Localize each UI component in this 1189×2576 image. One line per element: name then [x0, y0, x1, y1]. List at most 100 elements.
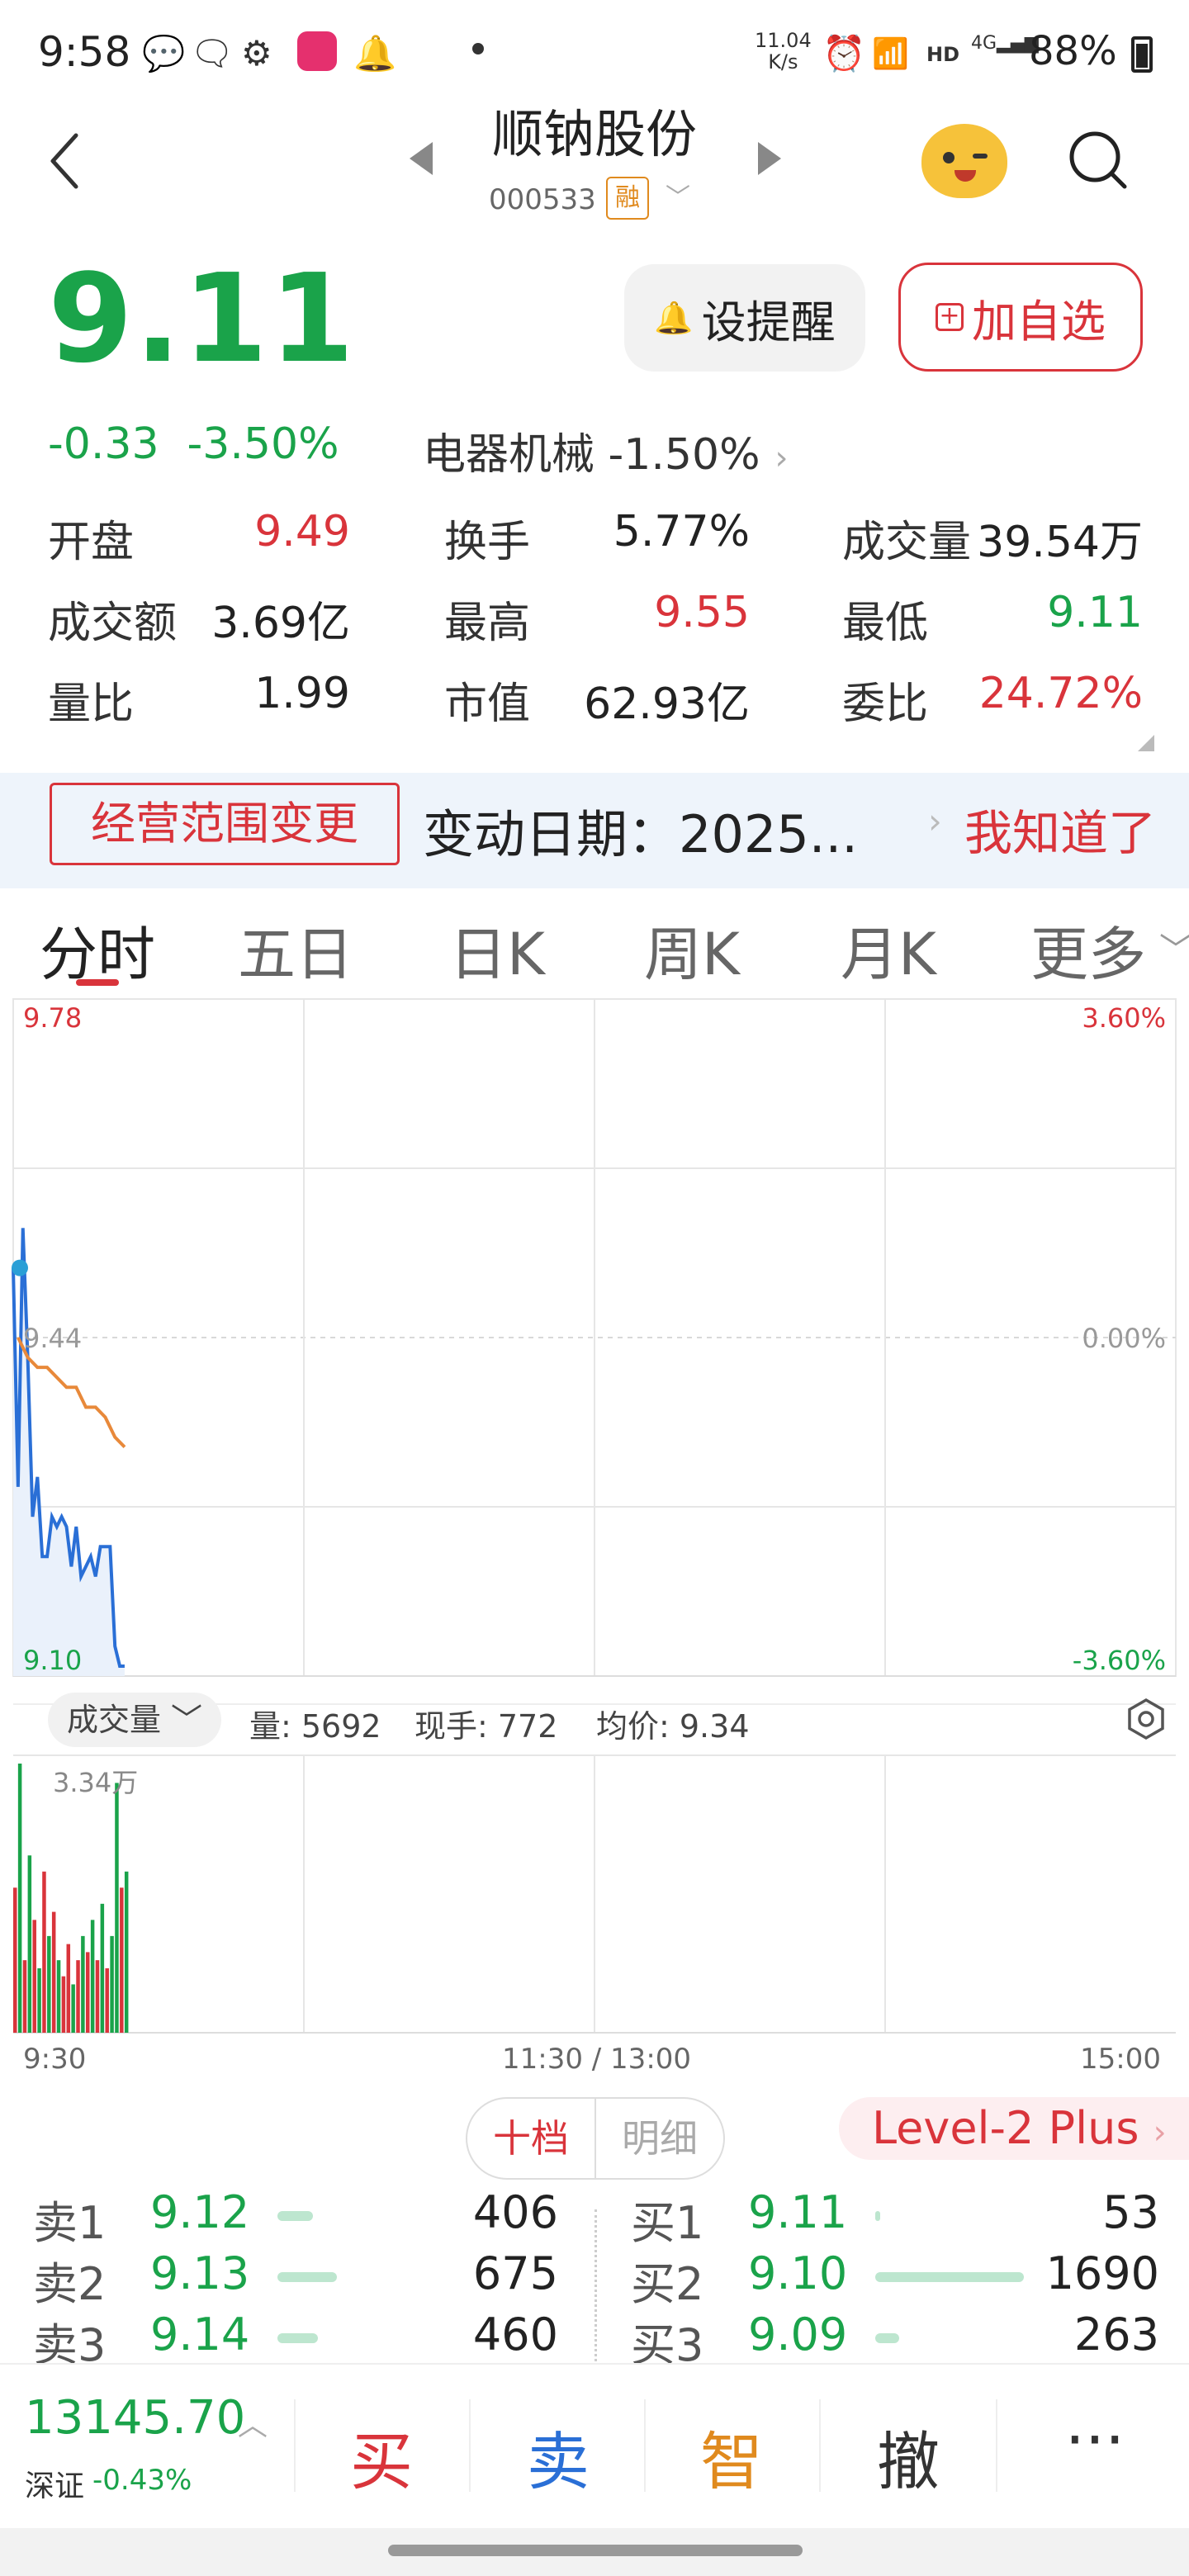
index-change: -0.43% — [92, 2464, 192, 2497]
orderbook-divider — [594, 2209, 597, 2366]
settings-icon[interactable] — [1125, 1698, 1168, 1740]
level-volume-bar — [277, 2333, 318, 2343]
tab-daily-k[interactable]: 日K — [449, 908, 545, 992]
level-label: 买2 — [631, 2258, 704, 2310]
stat-item: 成交量 39.54万 — [842, 507, 1143, 567]
chevron-up-icon[interactable]: ︿ — [238, 2401, 268, 2444]
battery-icon — [1131, 36, 1153, 73]
volume-bar — [17, 1764, 22, 2033]
divider — [996, 2399, 997, 2492]
stat-label: 最高 — [444, 599, 531, 648]
y-axis-label-right: 0.00% — [1082, 1323, 1166, 1354]
expand-corner-icon[interactable] — [1138, 735, 1154, 751]
sell-level-row[interactable]: 卖1 9.12 406 — [33, 2186, 558, 2249]
battery-percent: 88% — [1029, 28, 1117, 74]
level-quantity: 263 — [1073, 2308, 1159, 2361]
volume-bar — [90, 1920, 95, 2033]
wifi-icon: 📶 — [872, 37, 909, 71]
index-name: 深证 — [25, 2469, 85, 2503]
level-quantity: 675 — [472, 2247, 558, 2299]
tab-ten-levels[interactable]: 十档 — [467, 2099, 596, 2178]
shop-icon — [297, 31, 337, 71]
chevron-right-icon: › — [775, 439, 789, 477]
level-volume-bar — [277, 2211, 314, 2221]
margin-badge: 融 — [606, 177, 649, 220]
sell-level-row[interactable]: 卖3 9.14 460 — [33, 2308, 558, 2371]
level-quantity: 1690 — [1045, 2247, 1159, 2299]
volume-max-label: 3.34万 — [53, 1767, 138, 1798]
volume-selector[interactable]: 成交量 ﹀ — [48, 1693, 221, 1747]
next-stock-arrow-icon[interactable] — [758, 142, 781, 175]
volume-bar — [47, 1935, 51, 2033]
level-volume-bar — [277, 2272, 337, 2282]
level-price: 9.12 — [150, 2186, 250, 2238]
y-axis-label-left: 9.78 — [23, 1002, 82, 1034]
volume-bar — [76, 1960, 80, 2033]
stat-item: 成交额 3.69亿 — [48, 588, 350, 648]
notice-tag: 经营范围变更 — [50, 783, 400, 865]
level-quantity: 406 — [472, 2186, 558, 2238]
notice-dismiss-button[interactable]: 我知道了 — [964, 794, 1156, 864]
stat-label: 最低 — [842, 599, 929, 648]
stat-item: 最低 9.11 — [842, 588, 1143, 648]
volume-bar — [71, 1984, 75, 2033]
divider — [469, 2399, 471, 2492]
buy-button[interactable]: 买 — [307, 2411, 456, 2502]
add-watchlist-button[interactable]: + 加自选 — [898, 263, 1143, 372]
sell-button[interactable]: 卖 — [484, 2411, 632, 2502]
stat-label: 成交额 — [48, 599, 178, 648]
index-value[interactable]: 13145.70 — [25, 2391, 245, 2445]
current-hand-label: 现手: 772 — [414, 1708, 558, 1745]
chevron-right-icon: › — [928, 801, 942, 841]
current-price: 9.11 — [48, 248, 357, 390]
divider — [819, 2399, 821, 2492]
tab-details[interactable]: 明细 — [596, 2099, 723, 2178]
volume-bar — [124, 1871, 129, 2033]
open-marker-icon — [12, 1259, 28, 1276]
status-bar: 9:58 💬 🗨 ⚙ 🔔 11.04 K/s ⏰ 📶 HD 4G▂▄▆ 88% — [0, 0, 1189, 107]
search-icon[interactable] — [1067, 129, 1128, 190]
bell-icon: 🔔 — [353, 33, 397, 73]
stat-label: 成交量 — [842, 518, 972, 567]
sector-link[interactable]: 电器机械 -1.50% › — [423, 419, 789, 481]
volume-bar — [13, 1887, 17, 2033]
stat-item: 量比 1.99 — [48, 669, 350, 729]
plus-icon: + — [936, 303, 964, 331]
prev-stock-arrow-icon[interactable] — [410, 142, 433, 175]
tab-more[interactable]: 更多 — [1030, 908, 1146, 992]
mascot-icon[interactable] — [921, 124, 1007, 198]
time-label-close: 15:00 — [1080, 2043, 1161, 2076]
volume-bar — [51, 1911, 56, 2033]
level2-plus-button[interactable]: Level-2 Plus › — [839, 2097, 1189, 2160]
divider — [294, 2399, 296, 2492]
cancel-order-button[interactable]: 撤 — [834, 2411, 983, 2502]
y-axis-label-left: 9.10 — [23, 1645, 82, 1676]
tab-weekly-k[interactable]: 周K — [644, 908, 740, 992]
buy-level-row[interactable]: 买2 9.10 1690 — [631, 2247, 1159, 2310]
price-change: -0.33 -3.50% — [48, 419, 339, 469]
level-volume-bar — [875, 2272, 1024, 2282]
stat-value: 5.77% — [613, 507, 750, 556]
stat-label: 量比 — [48, 680, 135, 729]
buy-level-row[interactable]: 买1 9.11 53 — [631, 2186, 1159, 2249]
stat-item: 委比 24.72% — [842, 669, 1143, 729]
tab-monthly-k[interactable]: 月K — [841, 908, 936, 992]
level-price: 9.10 — [748, 2247, 848, 2299]
set-alert-button[interactable]: 🔔 设提醒 — [624, 264, 865, 372]
hd-icon: HD — [926, 43, 960, 66]
chevron-down-icon[interactable]: ﹀ — [666, 177, 690, 213]
back-arrow-icon[interactable] — [48, 132, 81, 190]
volume-bar — [37, 1968, 41, 2033]
tab-five-day[interactable]: 五日 — [238, 908, 353, 992]
smart-trade-button[interactable]: 智 — [657, 2411, 806, 2502]
sell-level-row[interactable]: 卖2 9.13 675 — [33, 2247, 558, 2310]
dot-icon — [472, 43, 484, 54]
volume-bar — [66, 1944, 71, 2033]
wechat-icon: 🗨 — [190, 33, 234, 73]
home-indicator[interactable] — [388, 2545, 803, 2556]
intraday-chart[interactable]: 9.78 9.44 9.10 3.60% 0.00% -3.60% 3.34万 — [0, 983, 1189, 2089]
volume-bar — [105, 1968, 109, 2033]
buy-level-row[interactable]: 买3 9.09 263 — [631, 2308, 1159, 2371]
y-axis-label-right: 3.60% — [1082, 1002, 1166, 1034]
more-icon[interactable]: ··· — [1021, 2403, 1169, 2476]
